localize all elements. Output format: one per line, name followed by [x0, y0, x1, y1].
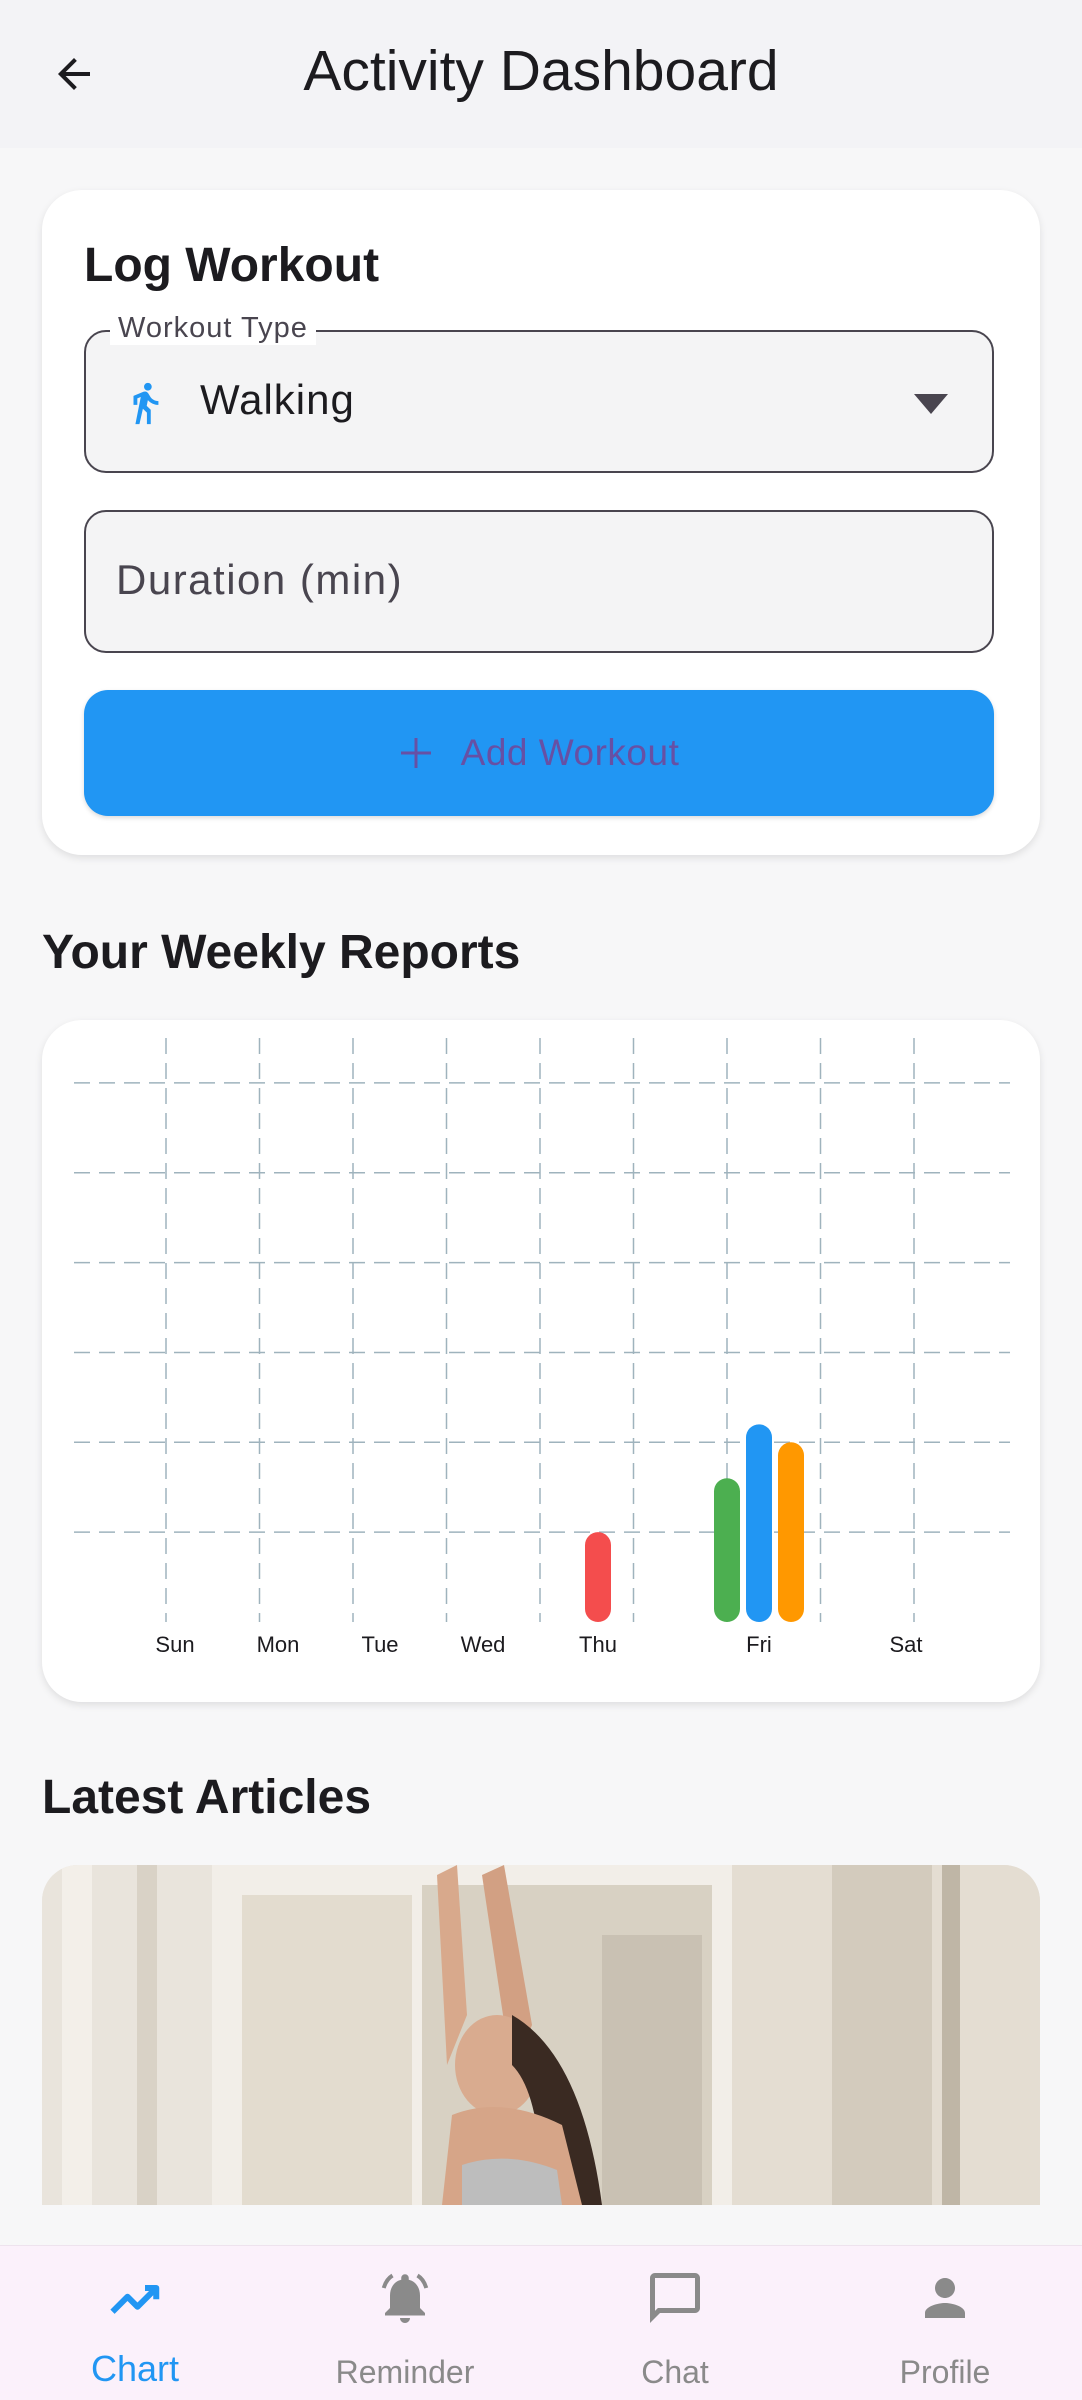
bottom-navigation: Chart Reminder Chat Profile [0, 2245, 1082, 2400]
workout-type-dropdown[interactable]: Workout Type Walking [84, 312, 994, 473]
add-workout-label: Add Workout [460, 732, 680, 773]
nav-label-reminder: Reminder [335, 2354, 475, 2390]
nav-item-profile[interactable]: Profile [810, 2246, 1080, 2400]
x-tick-label: Sat [889, 1632, 922, 1657]
weekly-bar-chart: Sun Mon Tue Wed Thu Fri Sat [74, 1038, 1010, 1657]
article-card[interactable] [42, 1865, 1040, 2205]
log-workout-title: Log Workout [84, 239, 380, 292]
nav-item-chart[interactable]: Chart [0, 2246, 270, 2400]
nav-label-chart: Chart [90, 2348, 180, 2389]
nav-label-chat: Chat [641, 2354, 709, 2390]
chart-bar [778, 1442, 804, 1622]
bell-icon [381, 2273, 429, 2323]
duration-placeholder: Duration (min) [116, 556, 404, 603]
article-image [42, 1865, 1040, 2205]
latest-articles-title: Latest Articles [42, 1771, 372, 1824]
add-workout-button[interactable]: Add Workout [84, 690, 994, 816]
nav-item-chat[interactable]: Chat [540, 2246, 810, 2400]
chart-bar [585, 1532, 611, 1622]
trending-up-icon [110, 2285, 160, 2314]
page-title: Activity Dashboard [303, 39, 779, 103]
chart-bar [746, 1424, 772, 1622]
app-bar: Activity Dashboard [0, 0, 1082, 148]
nav-label-profile: Profile [899, 2354, 991, 2390]
x-tick-label: Wed [461, 1632, 506, 1657]
plus-icon [400, 738, 431, 768]
workout-type-label: Workout Type [110, 312, 316, 345]
x-tick-label: Mon [257, 1632, 300, 1657]
duration-input[interactable]: Duration (min) [84, 510, 994, 653]
nav-item-reminder[interactable]: Reminder [270, 2246, 540, 2400]
x-tick-label: Thu [579, 1632, 617, 1657]
walking-icon [133, 382, 159, 425]
person-icon [925, 2278, 965, 2318]
workout-type-value: Walking [200, 376, 355, 423]
dropdown-arrow-icon [914, 394, 948, 414]
log-workout-card: Log Workout Workout Type Walking Duratio… [42, 190, 1040, 855]
chart-bar [714, 1478, 740, 1622]
x-tick-label: Tue [361, 1632, 398, 1657]
x-tick-label: Sun [155, 1632, 194, 1657]
chat-bubble-icon [650, 2273, 700, 2323]
x-tick-label: Fri [746, 1632, 772, 1657]
weekly-chart-card: Sun Mon Tue Wed Thu Fri Sat [42, 1020, 1040, 1702]
weekly-reports-title: Your Weekly Reports [42, 926, 521, 979]
